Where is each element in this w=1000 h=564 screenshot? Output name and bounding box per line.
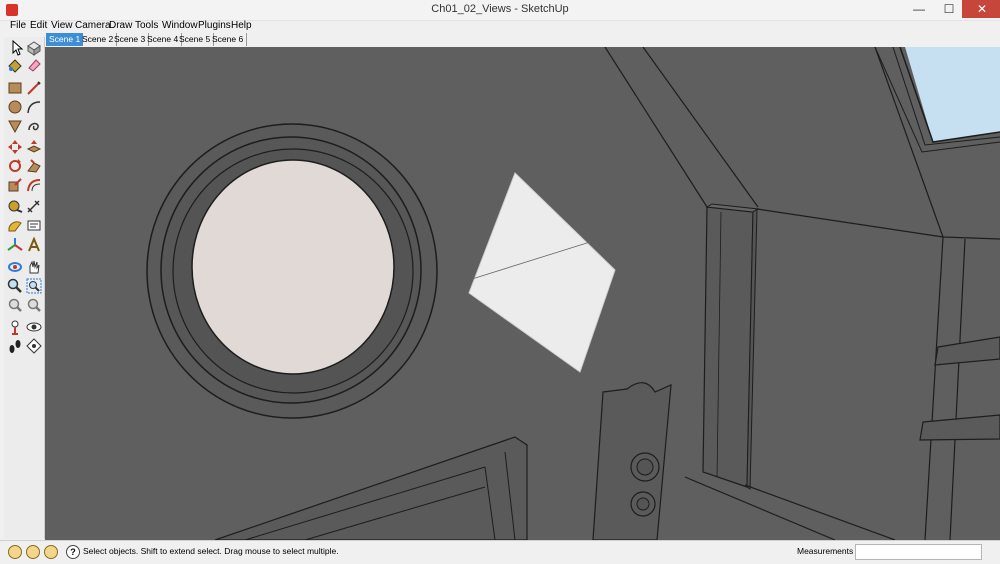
menu-help[interactable]: Help (231, 20, 252, 32)
offset-icon[interactable] (26, 177, 42, 193)
menu-view[interactable]: View (51, 20, 73, 32)
window-title: Ch01_02_Views - SketchUp (431, 3, 569, 15)
measurements-label: Measurements (797, 546, 854, 556)
geo-location-icon[interactable] (8, 545, 22, 559)
pan-icon[interactable] (26, 259, 42, 275)
tab-scene-1[interactable]: Scene 1 (46, 33, 84, 46)
rotate-icon[interactable] (7, 158, 23, 174)
menu-plugins[interactable]: Plugins (198, 20, 231, 32)
polygon-icon[interactable] (7, 118, 23, 134)
protractor-icon[interactable] (7, 218, 23, 234)
tab-scene-6[interactable]: Scene 6 (209, 33, 248, 46)
zoom-window-icon[interactable] (26, 278, 42, 294)
round-window (146, 123, 438, 419)
scene-tabs-bar: Scene 1 Scene 2 Scene 3 Scene 4 Scene 5 … (0, 32, 1000, 47)
rectangle-icon[interactable] (7, 80, 23, 96)
arc-icon[interactable] (26, 99, 42, 115)
measurements-input[interactable] (855, 544, 982, 560)
wooden-post (702, 206, 754, 488)
circle-icon[interactable] (7, 99, 23, 115)
orbit-icon[interactable] (7, 259, 23, 275)
model-viewport[interactable] (45, 47, 1000, 540)
select-tool-icon[interactable] (9, 40, 25, 56)
move-icon[interactable] (7, 139, 23, 155)
maximize-button[interactable]: ☐ (934, 0, 964, 18)
menu-camera[interactable]: Camera (75, 20, 111, 32)
section-plane-icon[interactable] (26, 338, 42, 354)
menu-edit[interactable]: Edit (30, 20, 47, 32)
freehand-icon[interactable] (26, 118, 42, 134)
previous-view-icon[interactable] (26, 297, 42, 313)
eraser-icon[interactable] (26, 57, 42, 73)
instructor-help-icon[interactable]: ? (66, 545, 80, 559)
zoom-icon[interactable] (7, 278, 23, 294)
line-icon[interactable] (26, 80, 42, 96)
minimize-button[interactable]: — (904, 0, 934, 18)
credits-icon[interactable] (26, 545, 40, 559)
tool-palette (4, 37, 45, 539)
dimension-icon[interactable] (26, 199, 42, 215)
3d-text-icon[interactable] (26, 237, 42, 253)
menu-window[interactable]: Window (162, 20, 198, 32)
zoom-extents-icon[interactable] (7, 297, 23, 313)
position-camera-icon[interactable] (7, 319, 23, 335)
model-scene (45, 47, 1000, 540)
tape-measure-icon[interactable] (7, 199, 23, 215)
title-bar: Ch01_02_Views - SketchUp — ☐ ✕ (0, 0, 1000, 21)
paint-bucket-icon[interactable] (7, 57, 23, 73)
menu-bar: File Edit View Camera Draw Tools Window … (0, 20, 1000, 32)
menu-draw[interactable]: Draw (109, 20, 132, 32)
push-pull-icon[interactable] (26, 139, 42, 155)
close-button[interactable]: ✕ (962, 0, 1000, 18)
follow-me-icon[interactable] (26, 158, 42, 174)
text-icon[interactable] (26, 218, 42, 234)
status-bar: ? Select objects. Shift to extend select… (0, 540, 1000, 564)
axes-icon[interactable] (7, 237, 23, 253)
window-glass (191, 159, 395, 375)
menu-tools[interactable]: Tools (135, 20, 158, 32)
status-message: Select objects. Shift to extend select. … (83, 546, 339, 556)
walk-icon[interactable] (7, 338, 23, 354)
menu-file[interactable]: File (10, 20, 26, 32)
make-component-icon[interactable] (26, 40, 42, 56)
user-login-icon[interactable] (44, 545, 58, 559)
scale-icon[interactable] (7, 177, 23, 193)
look-around-icon[interactable] (26, 319, 42, 335)
